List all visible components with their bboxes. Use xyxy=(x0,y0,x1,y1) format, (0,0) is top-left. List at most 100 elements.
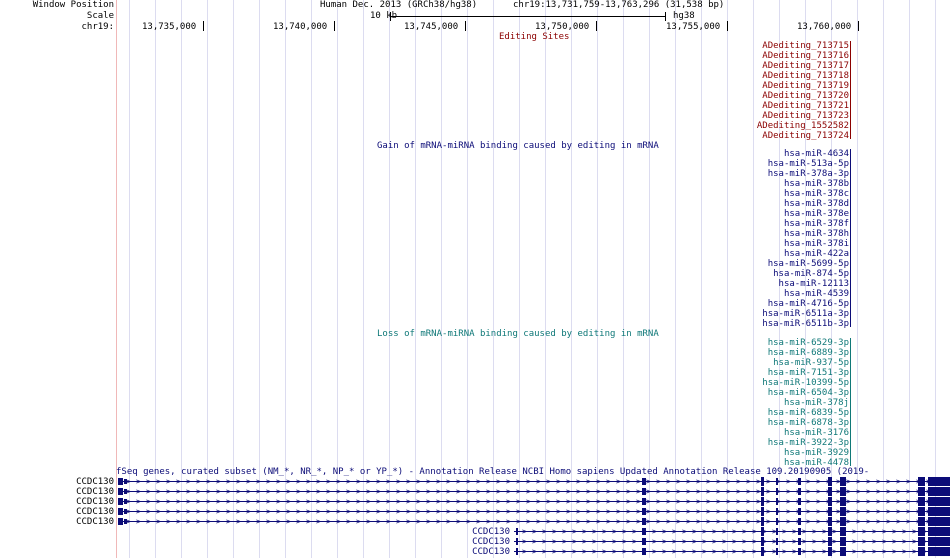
strand-arrow: > xyxy=(746,487,751,496)
strand-arrow: > xyxy=(806,497,811,506)
editing-site-item[interactable]: ADediting_713723 xyxy=(762,111,849,121)
gain-mirna-item[interactable]: hsa-miR-5699-5p xyxy=(768,259,849,269)
strand-arrow: > xyxy=(702,527,707,536)
loss-mirna-item[interactable]: hsa-miR-10399-5p xyxy=(762,378,849,388)
gain-mirna-item[interactable]: hsa-miR-378i xyxy=(784,239,849,249)
loss-mirna-item[interactable]: hsa-miR-6839-5p xyxy=(768,408,849,418)
gain-mirna-item[interactable]: hsa-miR-378e xyxy=(784,209,849,219)
strand-arrow: > xyxy=(896,517,901,526)
strand-arrow: > xyxy=(532,537,537,546)
gain-mirna-item[interactable]: hsa-miR-4539 xyxy=(784,289,849,299)
strand-arrow: > xyxy=(866,487,871,496)
strand-arrow: > xyxy=(896,487,901,496)
strand-arrow: > xyxy=(682,527,687,536)
gene-label[interactable]: CCDC130 xyxy=(76,477,114,487)
loss-mirna-item[interactable]: hsa-miR-6504-3p xyxy=(768,388,849,398)
gain-mirna-item[interactable]: hsa-miR-422a xyxy=(784,249,849,259)
strand-arrow: > xyxy=(216,487,221,496)
loss-mirna-item[interactable]: hsa-miR-3922-3p xyxy=(768,438,849,448)
strand-arrow: > xyxy=(246,487,251,496)
genome-browser-track-area[interactable]: Human Dec. 2013 (GRCh38/hg38) chr19:13,7… xyxy=(116,0,950,558)
editing-site-item[interactable]: ADediting_713719 xyxy=(762,81,849,91)
gain-mirna-item[interactable]: hsa-miR-4634 xyxy=(784,149,849,159)
gain-mirna-item[interactable]: hsa-miR-378b xyxy=(784,179,849,189)
gain-mirna-item[interactable]: hsa-miR-4716-5p xyxy=(768,299,849,309)
gene-label[interactable]: CCDC130 xyxy=(76,517,114,527)
strand-arrow: > xyxy=(176,507,181,516)
editing-site-item[interactable]: ADediting_713717 xyxy=(762,61,849,71)
strand-arrow: > xyxy=(536,487,541,496)
gene-exon xyxy=(928,537,950,546)
loss-mirna-item[interactable]: hsa-miR-7151-3p xyxy=(768,368,849,378)
gene-label[interactable]: CCDC130 xyxy=(76,497,114,507)
loss-track-title[interactable]: Loss of mRNA-miRNA binding caused by edi… xyxy=(377,329,659,339)
editing-site-item[interactable]: ADediting_1552582 xyxy=(757,121,849,131)
gain-mirna-item[interactable]: hsa-miR-6511b-3p xyxy=(762,319,849,329)
loss-mirna-item[interactable]: hsa-miR-3176 xyxy=(784,428,849,438)
editing-site-item[interactable]: ADediting_713715 xyxy=(762,41,849,51)
editing-site-item[interactable]: ADediting_713720 xyxy=(762,91,849,101)
strand-arrow: > xyxy=(792,547,797,556)
gain-mirna-item[interactable]: hsa-miR-6511a-3p xyxy=(762,309,849,319)
strand-arrow: > xyxy=(346,487,351,496)
gain-mirna-item[interactable]: hsa-miR-874-5p xyxy=(773,269,849,279)
loss-mirna-item[interactable]: hsa-miR-378j xyxy=(784,398,849,408)
loss-mirna-item[interactable]: hsa-miR-6878-3p xyxy=(768,418,849,428)
loss-mirna-item[interactable]: hsa-miR-6889-3p xyxy=(768,348,849,358)
strand-arrow: > xyxy=(582,527,587,536)
strand-arrow: > xyxy=(136,507,141,516)
loss-mirna-item[interactable]: hsa-miR-937-5p xyxy=(773,358,849,368)
strand-arrow: > xyxy=(572,537,577,546)
gene-label[interactable]: CCDC130 xyxy=(76,487,114,497)
gain-mirna-item[interactable]: hsa-miR-378a-3p xyxy=(768,169,849,179)
strand-arrow: > xyxy=(622,547,627,556)
gain-mirna-item[interactable]: hsa-miR-12113 xyxy=(779,279,849,289)
strand-arrow: > xyxy=(556,487,561,496)
strand-arrow: > xyxy=(806,507,811,516)
gene-exon xyxy=(918,547,925,556)
gain-mirna-item[interactable]: hsa-miR-378d xyxy=(784,199,849,209)
gene-exon xyxy=(928,527,950,536)
strand-arrow: > xyxy=(886,517,891,526)
strand-arrow: > xyxy=(636,517,641,526)
refseq-track-title[interactable]: fSeq genes, curated subset (NM_*, NR_*, … xyxy=(116,467,869,477)
gene-exon xyxy=(642,548,646,555)
editing-site-item[interactable]: ADediting_713718 xyxy=(762,71,849,81)
strand-arrow: > xyxy=(872,527,877,536)
strand-arrow: > xyxy=(186,507,191,516)
editing-site-item[interactable]: ADediting_713724 xyxy=(762,131,849,141)
scale-bar-left-end xyxy=(390,12,391,21)
strand-arrow: > xyxy=(676,477,681,486)
gene-inline-label[interactable]: CCDC130 xyxy=(472,527,510,537)
gene-inline-label[interactable]: CCDC130 xyxy=(472,537,510,547)
strand-arrow: > xyxy=(226,497,231,506)
strand-arrow: > xyxy=(656,497,661,506)
strand-arrow: > xyxy=(366,507,371,516)
strand-arrow: > xyxy=(396,487,401,496)
strand-arrow: > xyxy=(896,497,901,506)
strand-arrow: > xyxy=(662,537,667,546)
strand-arrow: > xyxy=(736,487,741,496)
gain-mirna-item[interactable]: hsa-miR-513a-5p xyxy=(768,159,849,169)
strand-arrow: > xyxy=(656,507,661,516)
strand-arrow: > xyxy=(156,497,161,506)
strand-arrow: > xyxy=(246,477,251,486)
gene-inline-label[interactable]: CCDC130 xyxy=(472,547,510,557)
strand-arrow: > xyxy=(742,527,747,536)
strand-arrow: > xyxy=(446,487,451,496)
strand-arrow: > xyxy=(896,477,901,486)
loss-mirna-item[interactable]: hsa-miR-3929 xyxy=(784,448,849,458)
editing-sites-track-title[interactable]: Editing Sites xyxy=(499,32,569,42)
strand-arrow: > xyxy=(572,527,577,536)
strand-arrow: > xyxy=(612,537,617,546)
editing-site-item[interactable]: ADediting_713716 xyxy=(762,51,849,61)
editing-site-item[interactable]: ADediting_713721 xyxy=(762,101,849,111)
gain-track-title[interactable]: Gain of mRNA-miRNA binding caused by edi… xyxy=(377,141,659,151)
gain-mirna-item[interactable]: hsa-miR-378f xyxy=(784,219,849,229)
strand-arrow: > xyxy=(376,487,381,496)
loss-mirna-item[interactable]: hsa-miR-6529-3p xyxy=(768,338,849,348)
gene-label[interactable]: CCDC130 xyxy=(76,507,114,517)
gain-mirna-item[interactable]: hsa-miR-378c xyxy=(784,189,849,199)
strand-arrow: > xyxy=(882,537,887,546)
gain-mirna-item[interactable]: hsa-miR-378h xyxy=(784,229,849,239)
